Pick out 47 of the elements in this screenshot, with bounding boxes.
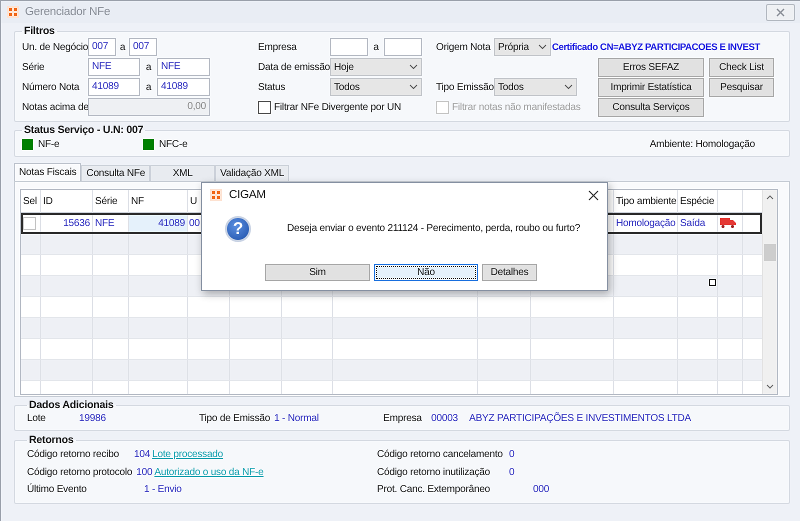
field-label: Código retorno recibo: [27, 449, 120, 460]
field-label: Un. de Negócio: [22, 42, 88, 52]
field-value: 000: [533, 484, 550, 496]
field-value: 104: [134, 449, 150, 460]
field-label: Origem Nota: [436, 42, 490, 52]
checkbox-label: Filtrar notas não manifestadas: [452, 102, 581, 112]
group-title: Dados Adicionais: [28, 399, 115, 411]
field-value: 1 - Normal: [274, 412, 320, 424]
table-cell: 41089: [129, 213, 188, 234]
field-label: Tipo Emissão: [436, 82, 494, 92]
field-label: Prot. Canc. Extemporâneo: [377, 484, 492, 496]
status-label: NF-e: [38, 138, 60, 150]
environment-label: Ambiente: Homologação: [650, 138, 755, 150]
field-value: 1 - Envio: [144, 484, 182, 496]
field-label: Data de emissão: [258, 62, 330, 72]
field-label: Série: [22, 62, 44, 72]
field-label: Código retorno protocolo: [27, 466, 132, 478]
field-label: Código retorno cancelamento: [377, 449, 504, 460]
question-icon: ?: [225, 216, 251, 242]
field-value: 0: [509, 449, 514, 460]
field-label: Notas acima de: [22, 102, 89, 112]
group-title: Status Serviço - U.N: 007: [23, 124, 144, 136]
field-label: Status: [258, 82, 286, 92]
field-label: Tipo de Emissão: [199, 412, 270, 424]
certificate-label: Certificado CN=ABYZ PARTICIPACOES E INVEST: [552, 42, 760, 52]
checkbox-label: Filtrar NFe Divergente por UN: [274, 102, 402, 112]
field-label: Lote: [27, 412, 47, 424]
field-label: Último Evento: [27, 484, 88, 496]
field-label: Número Nota: [22, 82, 80, 92]
field-value: 0: [509, 466, 514, 478]
dialog-message: Deseja enviar o evento 211124 - Perecimento, perda, roubo ou furto?: [287, 223, 580, 234]
separator-label: a: [144, 62, 152, 72]
field-label: Empresa: [258, 42, 297, 52]
group-title: Retornos: [28, 434, 74, 446]
field-value: ABYZ PARTICIPAÇÕES E INVESTIMENTOS LTDA: [469, 412, 691, 424]
field-value: 19986: [79, 412, 107, 424]
field-value: 00003: [431, 412, 459, 424]
window-title: Gerenciador NFe: [25, 6, 112, 18]
field-label: Código retorno inutilização: [377, 466, 492, 478]
field-value: 100: [136, 466, 152, 478]
separator-label: a: [118, 42, 126, 52]
field-label: Empresa: [383, 412, 423, 424]
dialog-title: CIGAM: [229, 189, 267, 201]
separator-label: a: [144, 82, 152, 92]
separator-label: a: [372, 42, 380, 52]
status-label: NFC-e: [159, 138, 188, 150]
group-title: Filtros: [23, 25, 56, 37]
